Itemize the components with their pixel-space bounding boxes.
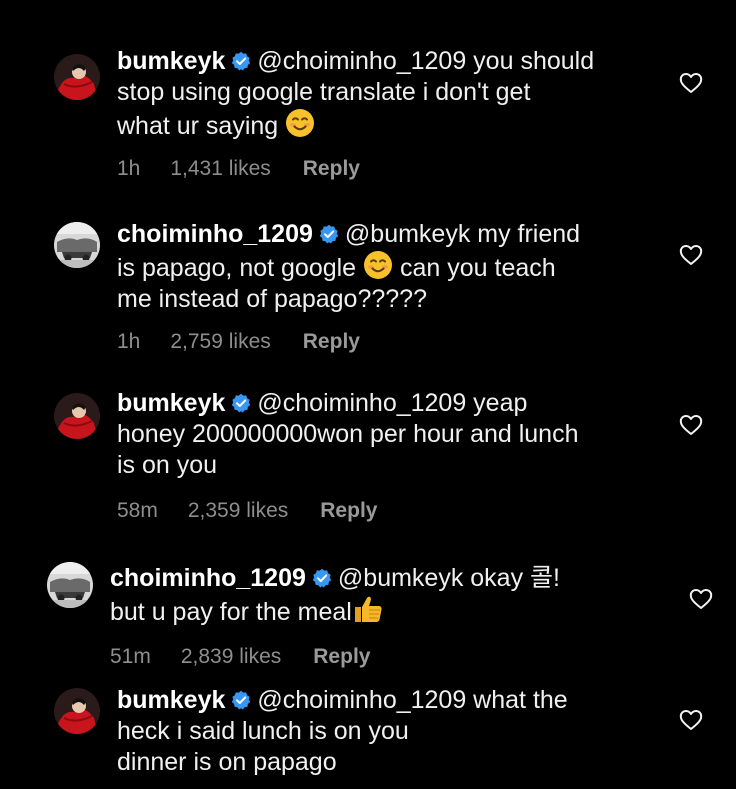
avatar[interactable]	[54, 688, 100, 734]
reply-button[interactable]: Reply	[303, 157, 360, 181]
reply-button[interactable]: Reply	[320, 499, 377, 523]
timestamp: 1h	[117, 330, 141, 353]
comment-text: choiminho_1209 @bumkeyk okay 콜! but u pay…	[110, 563, 560, 628]
comment-line: @bumkeyk okay 콜!	[337, 564, 560, 592]
comment-line: @choiminho_1209 what the	[257, 686, 568, 714]
comment-text: bumkeyk @choiminho_1209 what the heck i s…	[117, 685, 568, 778]
red-profile-avatar-icon	[54, 688, 100, 734]
verified-badge-icon	[231, 51, 251, 71]
comment-line: is on you	[117, 451, 218, 479]
grey-profile-avatar-icon	[54, 222, 100, 268]
heart-icon[interactable]	[679, 72, 703, 94]
reply-button[interactable]: Reply	[313, 645, 370, 669]
smiling-face-emoji-icon	[363, 250, 393, 280]
heart-icon[interactable]	[679, 244, 703, 266]
timestamp: 1h	[117, 157, 141, 180]
username[interactable]: choiminho_1209	[117, 220, 313, 248]
grey-profile-avatar-icon	[47, 562, 93, 608]
comment-line: me instead of papago?????	[117, 285, 427, 313]
smiling-face-emoji-icon	[285, 108, 315, 138]
likes-count[interactable]: 2,359 likes	[188, 499, 288, 523]
comment-meta: 51m 2,839 likes Reply	[110, 645, 370, 669]
verified-badge-icon	[319, 224, 339, 244]
avatar[interactable]	[54, 54, 100, 100]
comment-meta: 58m 2,359 likes Reply	[117, 499, 377, 523]
comment-text: bumkeyk @choiminho_1209 you should stop u…	[117, 46, 594, 142]
avatar[interactable]	[54, 222, 100, 268]
comment-meta: 1h 2,759 likes Reply	[117, 330, 360, 354]
comment-text: choiminho_1209 @bumkeyk my friend is papa…	[117, 219, 580, 315]
verified-badge-icon	[312, 568, 332, 588]
likes-count[interactable]: 1,431 likes	[170, 157, 270, 181]
likes-count[interactable]: 2,759 likes	[170, 330, 270, 354]
verified-badge-icon	[231, 393, 251, 413]
comment-meta: 1h 1,431 likes Reply	[117, 157, 360, 181]
comment-line: but u pay for the meal	[110, 598, 352, 626]
username[interactable]: bumkeyk	[117, 47, 225, 75]
comment-line: @choiminho_1209 you should	[257, 47, 595, 75]
red-profile-avatar-icon	[54, 393, 100, 439]
heart-icon[interactable]	[689, 588, 713, 610]
comment-line: is papago, not google	[117, 254, 357, 282]
comment-line: @choiminho_1209 yeap	[257, 389, 528, 417]
verified-badge-icon	[231, 690, 251, 710]
comment-line: honey 200000000won per hour and lunch	[117, 420, 579, 448]
likes-count[interactable]: 2,839 likes	[181, 645, 281, 669]
red-profile-avatar-icon	[54, 54, 100, 100]
comment-line: @bumkeyk my friend	[344, 220, 581, 248]
comment-line: dinner is on papago	[117, 748, 337, 776]
comment-line: heck i said lunch is on you	[117, 717, 409, 745]
comment-text: bumkeyk @choiminho_1209 yeap honey 200000…	[117, 388, 579, 481]
comment-line: what ur saying	[117, 112, 279, 140]
reply-button[interactable]: Reply	[303, 330, 360, 354]
avatar[interactable]	[54, 393, 100, 439]
comment-line: can you teach	[400, 254, 556, 282]
heart-icon[interactable]	[679, 709, 703, 731]
timestamp: 51m	[110, 645, 151, 668]
comment-line: stop using google translate i don't get	[117, 78, 531, 106]
username[interactable]: choiminho_1209	[110, 564, 306, 592]
avatar[interactable]	[47, 562, 93, 608]
thumbs-up-emoji-icon	[352, 594, 384, 624]
username[interactable]: bumkeyk	[117, 686, 225, 714]
username[interactable]: bumkeyk	[117, 389, 225, 417]
heart-icon[interactable]	[679, 414, 703, 436]
timestamp: 58m	[117, 499, 158, 522]
